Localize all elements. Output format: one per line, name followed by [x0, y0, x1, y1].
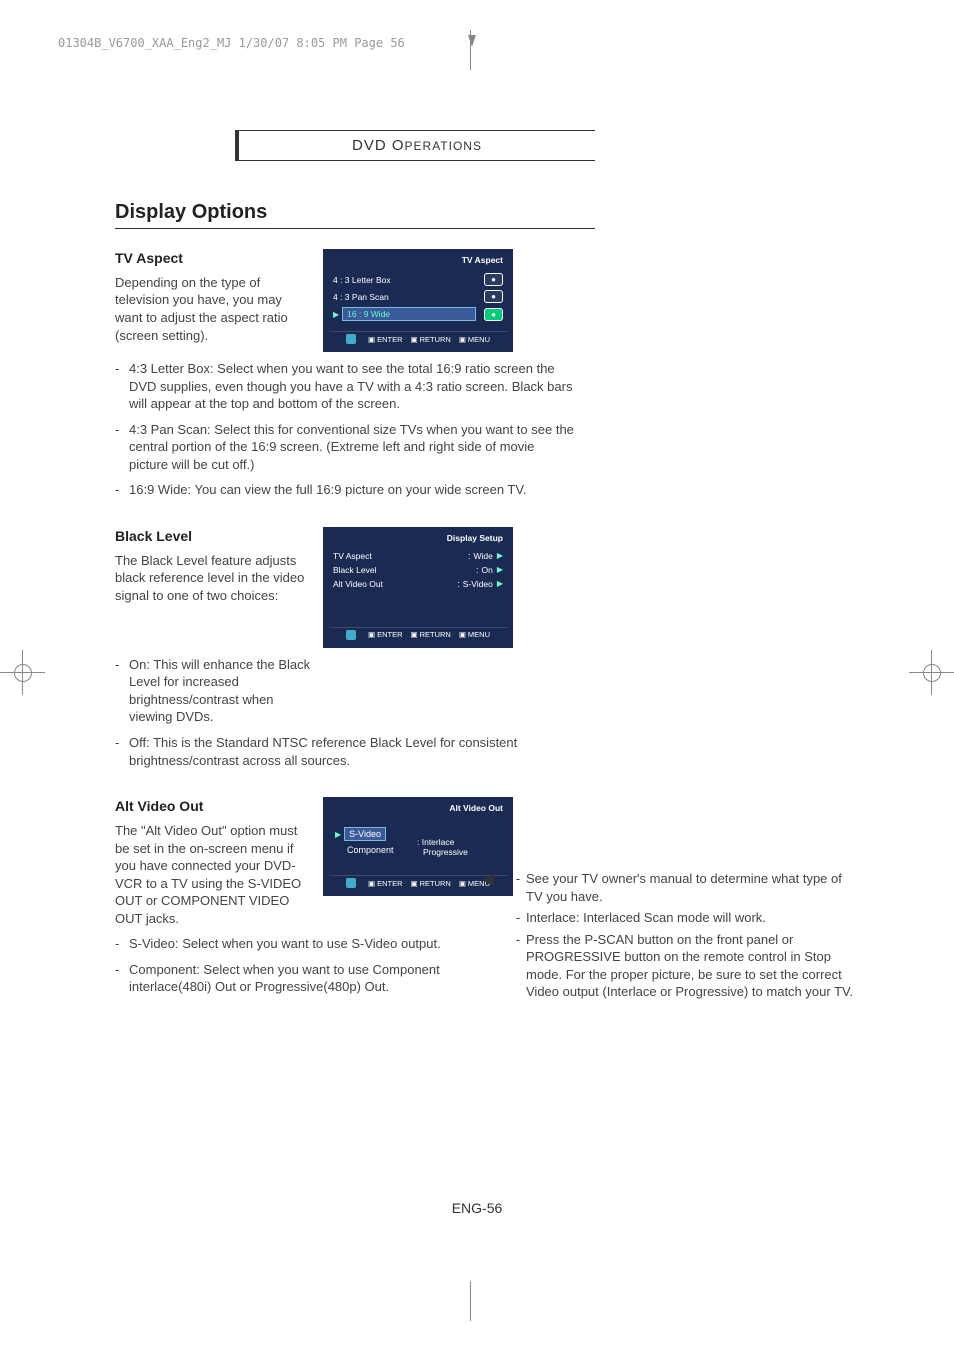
- osd-tvaspect-row: TV Aspect: [333, 551, 465, 561]
- pointer-icon: [482, 874, 494, 886]
- header-metadata: 01304B_V6700_XAA_Eng2_MJ 1/30/07 8:05 PM…: [58, 36, 405, 50]
- page-number: ENG-56: [452, 1200, 503, 1216]
- osd-title: TV Aspect: [329, 255, 507, 265]
- osd-blacklevel-row: Black Level: [333, 565, 473, 575]
- chapter-smallcaps: PERATIONS: [405, 139, 482, 153]
- chapter-main: DVD O: [352, 137, 405, 154]
- side-note-2: Interlace: Interlaced Scan mode will wor…: [526, 909, 860, 927]
- black-level-osd: Display Setup TV Aspect:Wide▶ Black Leve…: [323, 527, 513, 648]
- osd-return: RETURN: [420, 630, 451, 639]
- side-note-1: See your TV owner's manual to determine …: [526, 870, 860, 905]
- osd-progressive: Progressive: [423, 847, 468, 857]
- nav-icon: [346, 878, 356, 888]
- osd-menu: MENU: [468, 335, 490, 344]
- osd-altvideo-row: Alt Video Out: [333, 579, 454, 589]
- chapter-heading: DVD OPERATIONS: [235, 130, 595, 161]
- osd-return: RETURN: [420, 879, 451, 888]
- alt-video-bullet-1: S-Video: Select when you want to use S-V…: [129, 935, 475, 953]
- alt-video-bullet-2: Component: Select when you want to use C…: [129, 961, 475, 996]
- osd-row-letterbox: 4 : 3 Letter Box: [333, 275, 476, 285]
- black-level-bullet-1: On: This will enhance the Black Level fo…: [129, 656, 315, 726]
- black-level-section: Black Level The Black Level feature adju…: [115, 527, 855, 769]
- alt-video-title: Alt Video Out: [115, 797, 305, 816]
- osd-row-wide: 16 : 9 Wide: [342, 307, 476, 321]
- section-title: Display Options: [115, 201, 595, 229]
- black-level-intro: The Black Level feature adjusts black re…: [115, 552, 305, 605]
- osd-menu: MENU: [468, 630, 490, 639]
- osd-svideo: S-Video: [344, 827, 386, 841]
- crop-mark-right: [909, 650, 954, 695]
- osd-enter: ENTER: [377, 630, 402, 639]
- osd-component: Component: [347, 845, 394, 855]
- alt-video-intro: The "Alt Video Out" option must be set i…: [115, 822, 305, 927]
- osd-title-alt: Alt Video Out: [329, 803, 507, 813]
- osd-altvideo-val: S-Video: [463, 579, 493, 589]
- crop-mark-top: [450, 30, 490, 70]
- osd-enter: ENTER: [377, 879, 402, 888]
- tv-aspect-bullet-1: 4:3 Letter Box: Select when you want to …: [129, 360, 575, 413]
- osd-blacklevel-val: On: [482, 565, 493, 575]
- black-level-bullet-2: Off: This is the Standard NTSC reference…: [129, 734, 575, 769]
- osd-enter: ENTER: [377, 335, 402, 344]
- nav-icon: [346, 630, 356, 640]
- tv-aspect-bullet-2: 4:3 Pan Scan: Select this for convention…: [129, 421, 575, 474]
- nav-icon: [346, 334, 356, 344]
- osd-tvaspect-val: Wide: [473, 551, 492, 561]
- osd-row-panscan: 4 : 3 Pan Scan: [333, 292, 476, 302]
- side-notes: -See your TV owner's manual to determine…: [510, 870, 860, 1005]
- tv-aspect-title: TV Aspect: [115, 249, 305, 268]
- tv-aspect-bullet-3: 16:9 Wide: You can view the full 16:9 pi…: [129, 481, 575, 499]
- osd-footer-2: ▣ ENTER ▣ RETURN ▣ MENU: [329, 627, 507, 642]
- osd-interlace: Interlace: [422, 837, 455, 847]
- crop-mark-left: [0, 650, 45, 695]
- osd-return: RETURN: [420, 335, 451, 344]
- tv-aspect-intro: Depending on the type of television you …: [115, 274, 305, 344]
- side-note-3: Press the P-SCAN button on the front pan…: [526, 931, 860, 1001]
- osd-footer: ▣ ENTER ▣ RETURN ▣ MENU: [329, 331, 507, 346]
- tv-aspect-section: TV Aspect Depending on the type of telev…: [115, 249, 855, 499]
- crop-mark-bottom: [450, 1281, 490, 1321]
- black-level-title: Black Level: [115, 527, 305, 546]
- osd-footer-3: ▣ ENTER ▣ RETURN ▣ MENU: [329, 875, 507, 890]
- osd-title-ds: Display Setup: [329, 533, 507, 543]
- tv-aspect-osd: TV Aspect 4 : 3 Letter Box● 4 : 3 Pan Sc…: [323, 249, 513, 352]
